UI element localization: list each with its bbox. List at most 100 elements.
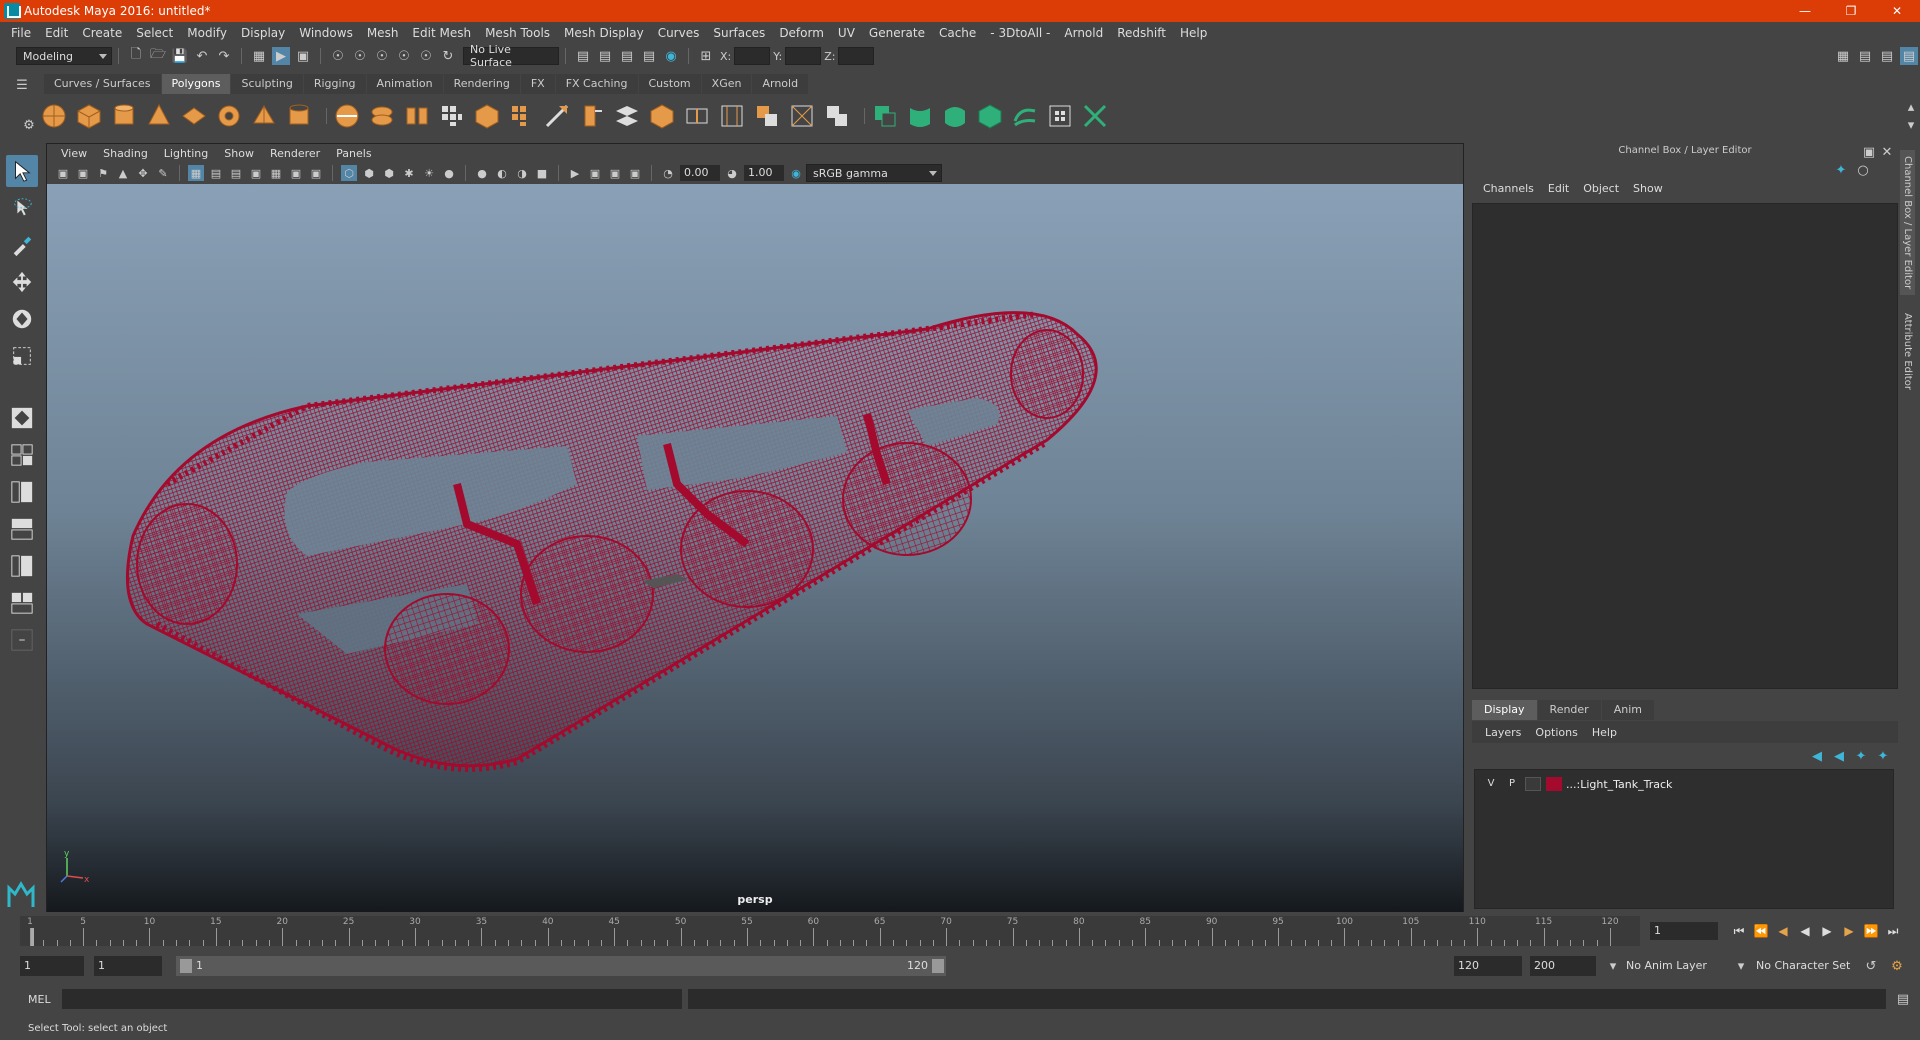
tab-xgen[interactable]: XGen — [701, 74, 752, 94]
viewport-menu-panels[interactable]: Panels — [328, 147, 379, 160]
close-panel-icon[interactable]: ✕ — [1878, 143, 1896, 161]
film-gate-icon[interactable]: ▤ — [208, 165, 224, 181]
anti-aliasing-icon[interactable]: ◑ — [514, 165, 530, 181]
step-back-key-icon[interactable]: ⏪ — [1750, 920, 1772, 942]
layout-options-icon[interactable] — [6, 624, 38, 656]
menu-display[interactable]: Display — [234, 26, 292, 40]
menu-curves[interactable]: Curves — [651, 26, 707, 40]
tab-polygons[interactable]: Polygons — [161, 74, 231, 94]
play-backwards-icon[interactable]: ◀ — [1794, 920, 1816, 942]
append-polygon-icon[interactable] — [753, 102, 781, 130]
menu-generate[interactable]: Generate — [862, 26, 932, 40]
wireframe-icon[interactable]: ⬡ — [341, 165, 357, 181]
channel-menu-channels[interactable]: Channels — [1476, 182, 1541, 195]
poly-pyramid-icon[interactable] — [250, 102, 278, 130]
shelf-menu-icon[interactable]: ☰ — [2, 76, 42, 94]
layer-menu-options[interactable]: Options — [1528, 726, 1584, 739]
ipr-render-icon[interactable]: ▤ — [618, 47, 636, 65]
poly-cube-icon[interactable] — [75, 102, 103, 130]
gamma-field[interactable]: 1.00 — [744, 165, 784, 181]
tab-display-layers[interactable]: Display — [1472, 700, 1537, 720]
channel-box-icon[interactable]: ▤ — [1900, 47, 1918, 65]
field-chart-icon[interactable]: ▦ — [268, 165, 284, 181]
anim-layer-chevron-icon[interactable]: ▾ — [1604, 957, 1622, 975]
motion-blur-icon[interactable]: ◐ — [494, 165, 510, 181]
resolution-gate-icon[interactable]: ▤ — [228, 165, 244, 181]
backface-culling-icon[interactable]: ▣ — [627, 165, 643, 181]
color-space-dropdown[interactable]: sRGB gamma — [806, 164, 942, 182]
speed-toggle-icon[interactable]: ○ — [1854, 161, 1872, 179]
lasso-tool-icon[interactable] — [6, 192, 38, 224]
tab-custom[interactable]: Custom — [638, 74, 701, 94]
new-scene-icon[interactable]: 🗋 — [127, 47, 145, 65]
bookmark-icon[interactable]: ⚑ — [95, 165, 111, 181]
menu-modify[interactable]: Modify — [180, 26, 234, 40]
xray-joints-icon[interactable]: ▣ — [587, 165, 603, 181]
tab-rigging[interactable]: Rigging — [303, 74, 366, 94]
script-language-label[interactable]: MEL — [28, 993, 51, 1006]
transform-input-icon[interactable]: ⊞ — [697, 47, 715, 65]
menu-file[interactable]: File — [4, 26, 38, 40]
tab-curves-surfaces[interactable]: Curves / Surfaces — [44, 74, 161, 94]
live-surface-field[interactable]: No Live Surface — [463, 43, 559, 69]
restore-button[interactable]: ❐ — [1828, 0, 1874, 22]
x-field[interactable] — [734, 47, 771, 65]
channel-menu-show[interactable]: Show — [1626, 182, 1670, 195]
safe-action-icon[interactable]: ▣ — [288, 165, 304, 181]
planar-uv-icon[interactable] — [871, 102, 899, 130]
paint-select-tool-icon[interactable] — [6, 229, 38, 261]
float-panel-icon[interactable]: ▣ — [1860, 143, 1878, 161]
shelf-scroll-down-icon[interactable]: ▾ — [1902, 116, 1920, 134]
gamma-icon[interactable]: ◕ — [724, 165, 740, 181]
ambient-occlusion-icon[interactable]: ● — [474, 165, 490, 181]
poly-sphere-icon[interactable] — [40, 102, 68, 130]
auto-key-icon[interactable]: ↺ — [1862, 957, 1880, 975]
bevel-icon[interactable] — [508, 102, 536, 130]
tab-animation[interactable]: Animation — [366, 74, 443, 94]
character-set-chevron-icon[interactable]: ▾ — [1732, 957, 1750, 975]
shelf-scroll-up-icon[interactable]: ▴ — [1902, 98, 1920, 116]
poly-plane-icon[interactable] — [180, 102, 208, 130]
merge-icon[interactable] — [788, 102, 816, 130]
color-management-icon[interactable]: ◉ — [788, 165, 804, 181]
tab-fx-caching[interactable]: FX Caching — [555, 74, 638, 94]
animation-preferences-icon[interactable]: ⚙ — [1888, 957, 1906, 975]
shelf-settings-icon[interactable]: ⚙ — [20, 116, 38, 134]
spherical-uv-icon[interactable] — [941, 102, 969, 130]
tab-arnold[interactable]: Arnold — [752, 74, 809, 94]
tab-anim-layers[interactable]: Anim — [1601, 700, 1654, 720]
side-tab-channel-box[interactable]: Channel Box / Layer Editor — [1900, 150, 1915, 296]
menu-arnold[interactable]: Arnold — [1057, 26, 1110, 40]
uv-editor-icon[interactable] — [1046, 102, 1074, 130]
move-tool-icon[interactable] — [6, 266, 38, 298]
mode-selector[interactable]: Modeling — [16, 47, 112, 65]
snap-point-icon[interactable]: ☉ — [373, 47, 391, 65]
viewport-menu-show[interactable]: Show — [216, 147, 262, 160]
tool-settings-icon[interactable]: ▤ — [1878, 47, 1896, 65]
boolean-icon[interactable] — [823, 102, 851, 130]
current-frame-field[interactable]: 1 — [1650, 922, 1718, 940]
combine-icon[interactable] — [333, 102, 361, 130]
render-settings-icon[interactable]: ▤ — [574, 47, 592, 65]
menu-uv[interactable]: UV — [831, 26, 862, 40]
offset-edge-loop-icon[interactable] — [718, 102, 746, 130]
select-object-icon[interactable]: ▶ — [272, 47, 290, 65]
render-frame-icon[interactable]: ▤ — [596, 47, 614, 65]
z-field[interactable] — [838, 47, 875, 65]
snap-curve-icon[interactable]: ☉ — [351, 47, 369, 65]
minimize-button[interactable]: — — [1782, 0, 1828, 22]
menu-help[interactable]: Help — [1173, 26, 1214, 40]
default-material-icon[interactable]: ⬢ — [381, 165, 397, 181]
range-end-handle[interactable] — [932, 959, 944, 973]
go-to-start-icon[interactable]: ⏮ — [1728, 920, 1750, 942]
animation-end-field[interactable]: 200 — [1530, 956, 1596, 976]
xray-icon[interactable]: ✱ — [401, 165, 417, 181]
script-editor-icon[interactable]: ▤ — [1894, 990, 1912, 1008]
insert-edge-loop-icon[interactable] — [683, 102, 711, 130]
perspective-viewport[interactable]: y x persp — [47, 184, 1463, 912]
viewport-menu-renderer[interactable]: Renderer — [262, 147, 328, 160]
move-layer-down-icon[interactable]: ◀ — [1830, 747, 1848, 765]
grease-pencil-icon[interactable]: ✎ — [155, 165, 171, 181]
viewport-menu-lighting[interactable]: Lighting — [156, 147, 216, 160]
tab-fx[interactable]: FX — [520, 74, 555, 94]
